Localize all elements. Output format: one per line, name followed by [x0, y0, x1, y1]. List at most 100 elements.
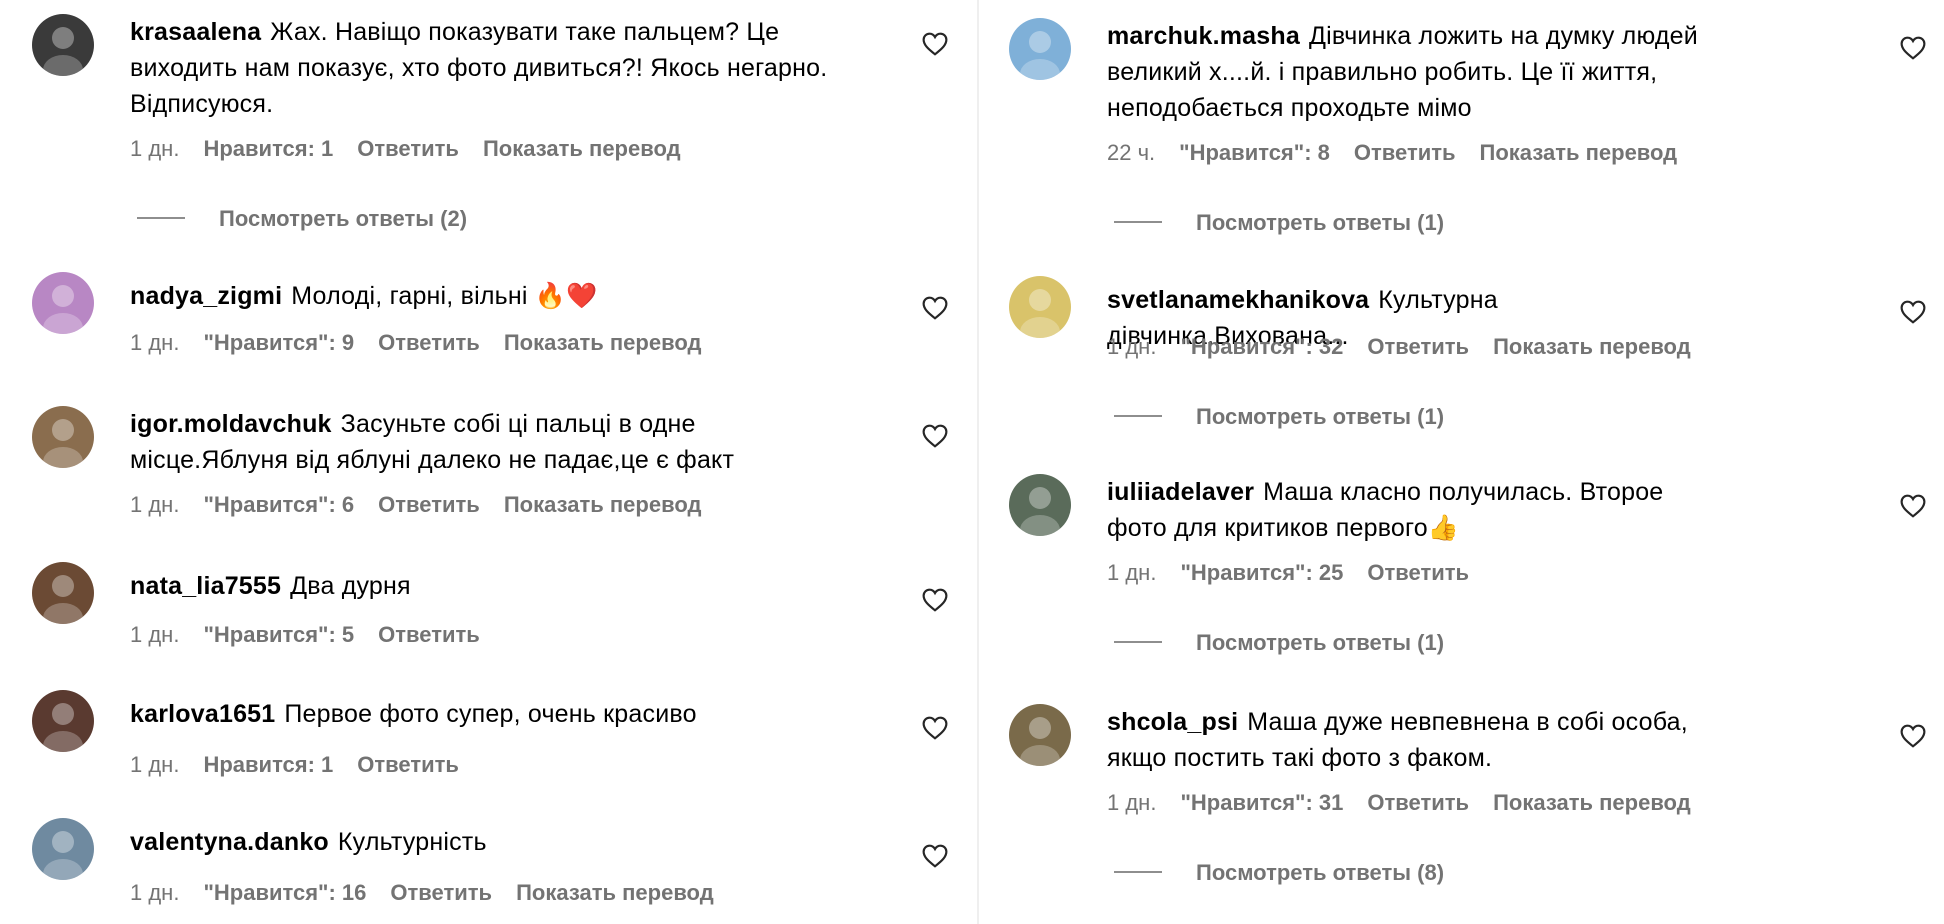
reply-line [1114, 415, 1162, 418]
like-heart-icon[interactable] [922, 844, 948, 868]
comment-likes[interactable]: "Нравится": 6 [203, 492, 354, 518]
comments-column-right: marchuk.masha Дівчинка ложить на думку лю… [979, 0, 1944, 924]
comment-text: Культурність [337, 828, 487, 856]
comment-text-block: marchuk.masha Дівчинка ложить на думку лю… [1107, 18, 1727, 126]
comment-time: 1 дн. [130, 880, 180, 905]
reply-button[interactable]: Ответить [357, 136, 459, 162]
comment-meta: 1 дн. "Нравится": 6 Ответить Показать перев… [130, 492, 701, 518]
reply-button[interactable]: Ответить [357, 752, 459, 778]
comment-meta: 1 дн. Нравится: 1 Ответить Показать перевод [130, 136, 681, 162]
comment-likes[interactable]: "Нравится": 16 [203, 880, 366, 906]
show-translation-button[interactable]: Показать перевод [1493, 790, 1691, 816]
reply-button[interactable]: Ответить [378, 330, 480, 356]
avatar[interactable] [32, 562, 94, 624]
avatar[interactable] [1009, 18, 1071, 80]
like-heart-icon[interactable] [922, 32, 948, 56]
like-heart-icon[interactable] [922, 716, 948, 740]
comment-username[interactable]: marchuk.masha [1107, 22, 1300, 50]
view-replies-label[interactable]: Посмотреть ответы (2) [219, 206, 467, 231]
view-replies-button[interactable]: Посмотреть ответы (1) [1114, 404, 1444, 430]
avatar[interactable] [1009, 704, 1071, 766]
view-replies-button[interactable]: Посмотреть ответы (2) [137, 206, 467, 232]
comment-time: 1 дн. [1107, 560, 1157, 585]
show-translation-button[interactable]: Показать перевод [483, 136, 681, 162]
comment-text-block: nadya_zigmi Молоді, гарні, вільні 🔥❤️ [130, 278, 830, 314]
view-replies-label[interactable]: Посмотреть ответы (8) [1196, 860, 1444, 885]
like-heart-icon[interactable] [1900, 36, 1926, 60]
like-heart-icon[interactable] [922, 296, 948, 320]
reply-button[interactable]: Ответить [1367, 334, 1469, 360]
view-replies-button[interactable]: Посмотреть ответы (1) [1114, 210, 1444, 236]
comment-text-block: krasaalena Жах. Навіщо показувати таке па… [130, 14, 830, 122]
reply-button[interactable]: Ответить [1367, 790, 1469, 816]
comment-likes[interactable]: "Нравится": 8 [1179, 140, 1330, 166]
show-translation-button[interactable]: Показать перевод [504, 492, 702, 518]
like-heart-icon[interactable] [922, 424, 948, 448]
comment-meta: 1 дн. Нравится: 1 Ответить [130, 752, 483, 778]
comment-username[interactable]: shcola_psi [1107, 708, 1238, 736]
comment-text-block: karlova1651 Первое фото супер, очень крас… [130, 696, 830, 732]
like-heart-icon[interactable] [1900, 300, 1926, 324]
comment-time: 1 дн. [130, 752, 180, 777]
like-heart-icon[interactable] [1900, 494, 1926, 518]
comment-time: 1 дн. [130, 136, 180, 161]
comment-text: Два дурня [290, 572, 411, 600]
comment-likes[interactable]: "Нравится": 9 [203, 330, 354, 356]
comment-likes[interactable]: "Нравится": 25 [1180, 560, 1343, 586]
comment-meta: 1 дн. "Нравится": 32 Ответить Показать пере… [1107, 334, 1691, 360]
show-translation-button[interactable]: Показать перевод [1480, 140, 1678, 166]
comment-time: 1 дн. [130, 492, 180, 517]
reply-button[interactable]: Ответить [378, 492, 480, 518]
comment-time: 22 ч. [1107, 140, 1156, 165]
comment-time: 1 дн. [130, 330, 180, 355]
comment-meta: 1 дн. "Нравится": 9 Ответить Показать перев… [130, 330, 701, 356]
view-replies-label[interactable]: Посмотреть ответы (1) [1196, 630, 1444, 655]
reply-button[interactable]: Ответить [1367, 560, 1469, 586]
comment-time: 1 дн. [1107, 790, 1157, 815]
view-replies-button[interactable]: Посмотреть ответы (1) [1114, 630, 1444, 656]
reply-line [1114, 871, 1162, 874]
avatar[interactable] [1009, 474, 1071, 536]
comment-likes[interactable]: "Нравится": 31 [1180, 790, 1343, 816]
comment-meta: 1 дн. "Нравится": 31 Ответить Показать пере… [1107, 790, 1691, 816]
avatar[interactable] [32, 690, 94, 752]
comment-text-block: valentyna.danko Культурність [130, 824, 830, 860]
reply-button[interactable]: Ответить [390, 880, 492, 906]
view-replies-label[interactable]: Посмотреть ответы (1) [1196, 210, 1444, 235]
show-translation-button[interactable]: Показать перевод [1493, 334, 1691, 360]
show-translation-button[interactable]: Показать перевод [504, 330, 702, 356]
comment-likes[interactable]: "Нравится": 32 [1180, 334, 1343, 360]
reply-line [1114, 641, 1162, 644]
comment-text: Первое фото супер, очень красиво [284, 700, 697, 728]
view-replies-button[interactable]: Посмотреть ответы (8) [1114, 860, 1444, 886]
avatar[interactable] [32, 406, 94, 468]
comment-username[interactable]: krasaalena [130, 18, 261, 46]
comment-likes[interactable]: "Нравится": 5 [203, 622, 354, 648]
comment-username[interactable]: svetlanamekhanikova [1107, 286, 1369, 314]
comment-username[interactable]: igor.moldavchuk [130, 410, 332, 438]
comment-username[interactable]: nadya_zigmi [130, 282, 282, 310]
like-heart-icon[interactable] [1900, 724, 1926, 748]
avatar[interactable] [1009, 276, 1071, 338]
comment-text-block: iuliiadelaver Маша класно получилась. Вто… [1107, 474, 1727, 546]
comment-username[interactable]: nata_lia7555 [130, 572, 281, 600]
comment-text: Молоді, гарні, вільні 🔥❤️ [291, 282, 598, 310]
avatar[interactable] [32, 818, 94, 880]
avatar[interactable] [32, 14, 94, 76]
comment-likes[interactable]: Нравится: 1 [203, 136, 333, 162]
comment-text-block: nata_lia7555 Два дурня [130, 568, 830, 604]
comment-time: 1 дн. [130, 622, 180, 647]
comments-column-left: krasaalena Жах. Навіщо показувати таке па… [0, 0, 977, 924]
like-heart-icon[interactable] [922, 588, 948, 612]
comment-likes[interactable]: Нравится: 1 [203, 752, 333, 778]
comment-username[interactable]: karlova1651 [130, 700, 275, 728]
comment-meta: 1 дн. "Нравится": 25 Ответить [1107, 560, 1493, 586]
show-translation-button[interactable]: Показать перевод [516, 880, 714, 906]
comment-text-block: shcola_psi Маша дуже невпевнена в собі ос… [1107, 704, 1727, 776]
comment-username[interactable]: valentyna.danko [130, 828, 329, 856]
view-replies-label[interactable]: Посмотреть ответы (1) [1196, 404, 1444, 429]
reply-button[interactable]: Ответить [378, 622, 480, 648]
comment-username[interactable]: iuliiadelaver [1107, 478, 1254, 506]
avatar[interactable] [32, 272, 94, 334]
reply-button[interactable]: Ответить [1354, 140, 1456, 166]
